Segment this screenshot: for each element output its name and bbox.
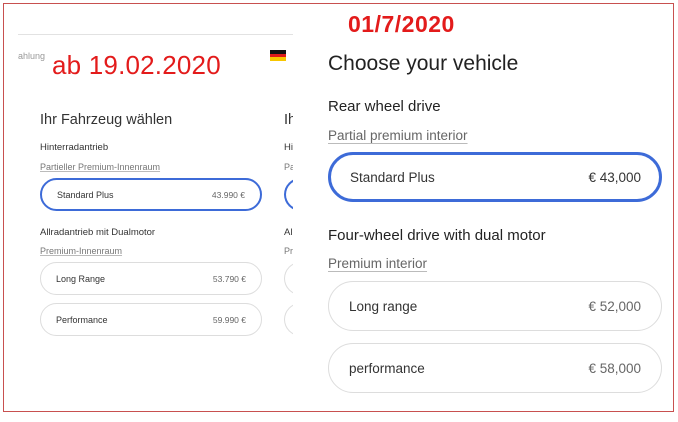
option-price: 53.790 € [212, 273, 246, 284]
new-price-date-label: 01/7/2020 [348, 11, 455, 37]
option-price: € 52,000 [588, 298, 641, 314]
option-price: € 58,000 [588, 360, 641, 376]
interior-link-premium[interactable]: Premium interior [328, 256, 427, 271]
option-name: Standard Plus [350, 169, 435, 185]
option-name: Long Range [56, 273, 106, 284]
section-heading-rwd: Rear wheel drive [328, 98, 441, 115]
option-price: € 43,000 [588, 169, 641, 185]
option-long-range[interactable]: Long range € 52,000 [328, 281, 662, 331]
option-performance[interactable]: Performance 59.990 € [40, 303, 262, 336]
option-fragment[interactable] [284, 303, 293, 336]
option-name: Standard Plus [57, 189, 114, 200]
option-name: performance [349, 360, 425, 376]
section-heading-rwd: Hinterradantrieb [40, 142, 109, 153]
section-heading-fragment: Hi [284, 142, 293, 153]
nav-fragment[interactable]: ahlung [18, 51, 45, 61]
option-performance[interactable]: performance € 58,000 [328, 343, 662, 393]
old-price-date-label: ab 19.02.2020 [52, 50, 221, 80]
option-price: 59.990 € [212, 314, 246, 325]
option-name: Long range [349, 298, 418, 314]
section-heading-fragment: Al [284, 227, 293, 238]
page-title: Choose your vehicle [328, 52, 519, 75]
interior-link-fragment[interactable]: Pa [284, 162, 293, 172]
germany-flag-icon[interactable] [270, 50, 286, 61]
interior-link-partial[interactable]: Partieller Premium-Innenraum [40, 162, 160, 172]
option-standard-plus[interactable]: Standard Plus € 43,000 [328, 152, 662, 202]
page-title: Ihr Fahrzeug wählen [40, 112, 173, 128]
option-standard-plus[interactable]: Standard Plus 43.990 € [40, 178, 262, 211]
interior-link-premium[interactable]: Premium-Innenraum [40, 246, 122, 256]
section-heading-awd: Four-wheel drive with dual motor [328, 227, 546, 244]
header-divider [18, 34, 293, 35]
option-fragment[interactable] [284, 178, 293, 211]
option-name: Performance [56, 314, 108, 325]
interior-link-partial[interactable]: Partial premium interior [328, 128, 468, 143]
interior-link-fragment[interactable]: Pr [284, 246, 293, 256]
option-fragment[interactable] [284, 262, 293, 295]
option-price: 43.990 € [211, 189, 245, 200]
option-long-range[interactable]: Long Range 53.790 € [40, 262, 262, 295]
page-title-fragment: Ih [284, 112, 293, 128]
section-heading-awd: Allradantrieb mit Dualmotor [40, 227, 156, 238]
